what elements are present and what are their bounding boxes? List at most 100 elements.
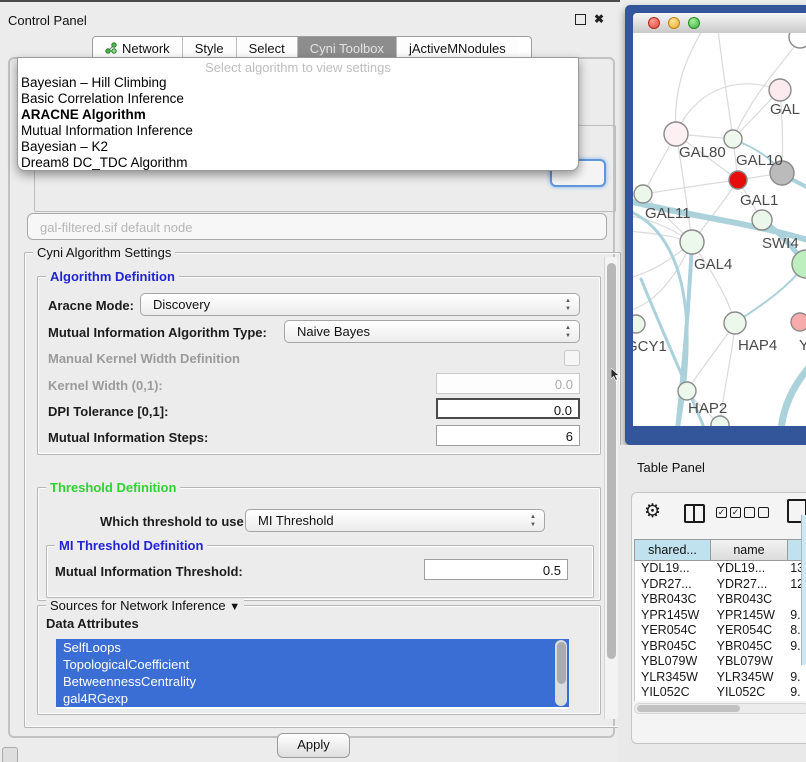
- taskbar-mini-icon[interactable]: [2, 747, 18, 762]
- algorithm-option[interactable]: Bayesian – Hill Climbing: [18, 75, 578, 91]
- table-row[interactable]: YDL19...YDL19...13: [635, 561, 806, 577]
- network-canvas[interactable]: GALGAL80GAL10GAL1GAL11SWI4GAL4GCY1HAP4YH…: [633, 33, 806, 426]
- popup-placeholder: Select algorithm to view settings: [18, 60, 578, 75]
- network-edge[interactable]: [675, 33, 703, 134]
- sources-title[interactable]: Sources for Network Inference ▼: [46, 598, 244, 613]
- table-cell: YBR045C: [712, 639, 789, 655]
- hide-columns-icon[interactable]: [744, 507, 769, 518]
- network-edge[interactable]: [692, 242, 735, 323]
- table-row[interactable]: YBL079WYBL079W: [635, 654, 806, 670]
- table-cell: YBL079W: [635, 654, 712, 670]
- network-node[interactable]: [724, 130, 742, 148]
- network-edge[interactable]: [643, 180, 738, 194]
- data-attribute-item[interactable]: BetweennessCentrality: [56, 673, 569, 690]
- control-panel-title: Control Panel: [8, 13, 87, 28]
- tab-select[interactable]: Select: [237, 37, 298, 59]
- mi-threshold-label: Mutual Information Threshold:: [55, 564, 243, 579]
- network-node[interactable]: [789, 33, 806, 48]
- manual-kernel-checkbox[interactable]: [564, 350, 580, 366]
- network-edge[interactable]: [687, 323, 735, 391]
- data-attributes-label: Data Attributes: [46, 616, 139, 631]
- network-edge[interactable]: [781, 365, 806, 426]
- network-node[interactable]: [634, 185, 652, 203]
- list-scrollbar[interactable]: [555, 640, 567, 706]
- table-panel-title: Table Panel: [637, 460, 705, 475]
- close-traffic-light[interactable]: [648, 17, 660, 29]
- settings-vertical-scrollbar[interactable]: [604, 257, 618, 719]
- network-node[interactable]: [791, 313, 806, 331]
- table-row[interactable]: YDR27...YDR27...12: [635, 577, 806, 593]
- tab-jactivemnodules[interactable]: jActiveMNodules: [397, 37, 518, 59]
- table-row[interactable]: YPR145WYPR145W9.: [635, 608, 806, 624]
- data-attribute-item[interactable]: TopologicalCoefficient: [56, 656, 569, 673]
- table-row[interactable]: YIL052CYIL052C9.: [635, 685, 806, 701]
- dpi-tolerance-field[interactable]: 0.0: [436, 398, 580, 419]
- kernel-width-field[interactable]: 0.0: [436, 373, 580, 394]
- column-header-name[interactable]: name: [711, 539, 788, 561]
- aracne-mode-combo[interactable]: Discovery ▲▼: [140, 293, 580, 316]
- table-row[interactable]: YER054CYER054C8.: [635, 623, 806, 639]
- network-node-label: GAL10: [736, 152, 783, 169]
- table-horizontal-scrollbar[interactable]: [634, 703, 806, 714]
- network-node-label: HAP4: [738, 337, 777, 354]
- show-columns-icon[interactable]: ✓✓: [716, 507, 741, 518]
- data-attribute-item[interactable]: SelfLoops: [56, 639, 569, 656]
- table-row[interactable]: YBR043CYBR043C: [635, 592, 806, 608]
- network-selection-combo[interactable]: gal-filtered.sif default node: [27, 213, 607, 240]
- tab-cyni-toolbox[interactable]: Cyni Toolbox: [298, 37, 397, 59]
- minimize-traffic-light[interactable]: [668, 17, 680, 29]
- network-node[interactable]: [724, 312, 746, 334]
- kernel-width-label: Kernel Width (0,1):: [48, 378, 163, 393]
- network-node[interactable]: [711, 416, 729, 426]
- table-row[interactable]: YLR345WYLR345W9.: [635, 670, 806, 686]
- cyni-settings-title: Cyni Algorithm Settings: [33, 245, 175, 260]
- mi-steps-field[interactable]: 6: [436, 425, 580, 446]
- table-row[interactable]: YBR045CYBR045C9.: [635, 639, 806, 655]
- table-cell: YPR145W: [712, 608, 789, 624]
- table-vertical-scrollbar[interactable]: [801, 515, 806, 665]
- network-node[interactable]: [769, 79, 791, 101]
- data-attribute-item[interactable]: gal4RGexp: [56, 690, 569, 707]
- network-node[interactable]: [752, 210, 772, 230]
- zoom-traffic-light[interactable]: [688, 17, 700, 29]
- table-cell: YPR145W: [635, 608, 712, 624]
- network-node[interactable]: [680, 230, 704, 254]
- algorithm-option[interactable]: Mutual Information Inference: [18, 123, 578, 139]
- network-node[interactable]: [678, 382, 696, 400]
- network-node[interactable]: [792, 250, 806, 278]
- algorithm-option[interactable]: Basic Correlation Inference: [18, 91, 578, 107]
- tab-style[interactable]: Style: [183, 37, 237, 59]
- table-cell: YER054C: [635, 623, 712, 639]
- stepper-arrows-icon: ▲▼: [565, 297, 571, 313]
- algorithm-popup: Select algorithm to view settings Bayesi…: [17, 57, 579, 171]
- mi-algorithm-type-combo[interactable]: Naive Bayes ▲▼: [284, 320, 580, 343]
- mi-threshold-field[interactable]: 0.5: [424, 559, 568, 580]
- columns-icon[interactable]: [684, 504, 705, 523]
- column-header-shared-name[interactable]: shared...: [634, 539, 711, 561]
- table-cell: YBL079W: [712, 654, 789, 670]
- apply-button[interactable]: Apply: [277, 733, 350, 758]
- network-node[interactable]: [729, 171, 747, 189]
- data-attributes-list[interactable]: SelfLoopsTopologicalCoefficientBetweenne…: [56, 639, 569, 709]
- gear-icon[interactable]: ⚙: [644, 500, 661, 523]
- algorithm-option[interactable]: ARACNE Algorithm: [18, 107, 578, 123]
- algorithm-option[interactable]: Dream8 DC_TDC Algorithm: [18, 155, 578, 171]
- mouse-cursor: [611, 368, 621, 386]
- which-threshold-combo[interactable]: MI Threshold ▲▼: [245, 509, 545, 532]
- close-icon[interactable]: ✖: [593, 13, 605, 25]
- network-window-titlebar[interactable]: [633, 13, 806, 34]
- table-cell: YBR045C: [635, 639, 712, 655]
- table-cell: YER054C: [712, 623, 789, 639]
- stepper-arrows-icon: ▲▼: [530, 513, 536, 529]
- network-node[interactable]: [633, 315, 645, 333]
- network-edge[interactable]: [676, 84, 780, 134]
- tab-network[interactable]: Network: [93, 37, 183, 59]
- mi-steps-label: Mutual Information Steps:: [48, 430, 208, 445]
- network-tab-icon: [105, 42, 117, 54]
- dpi-tolerance-label: DPI Tolerance [0,1]:: [48, 404, 168, 419]
- network-node[interactable]: [664, 122, 688, 146]
- table-cell: YLR345W: [712, 670, 789, 686]
- tab-network-label: Network: [122, 41, 170, 56]
- float-window-icon[interactable]: [575, 14, 586, 25]
- algorithm-option[interactable]: Bayesian – K2: [18, 139, 578, 155]
